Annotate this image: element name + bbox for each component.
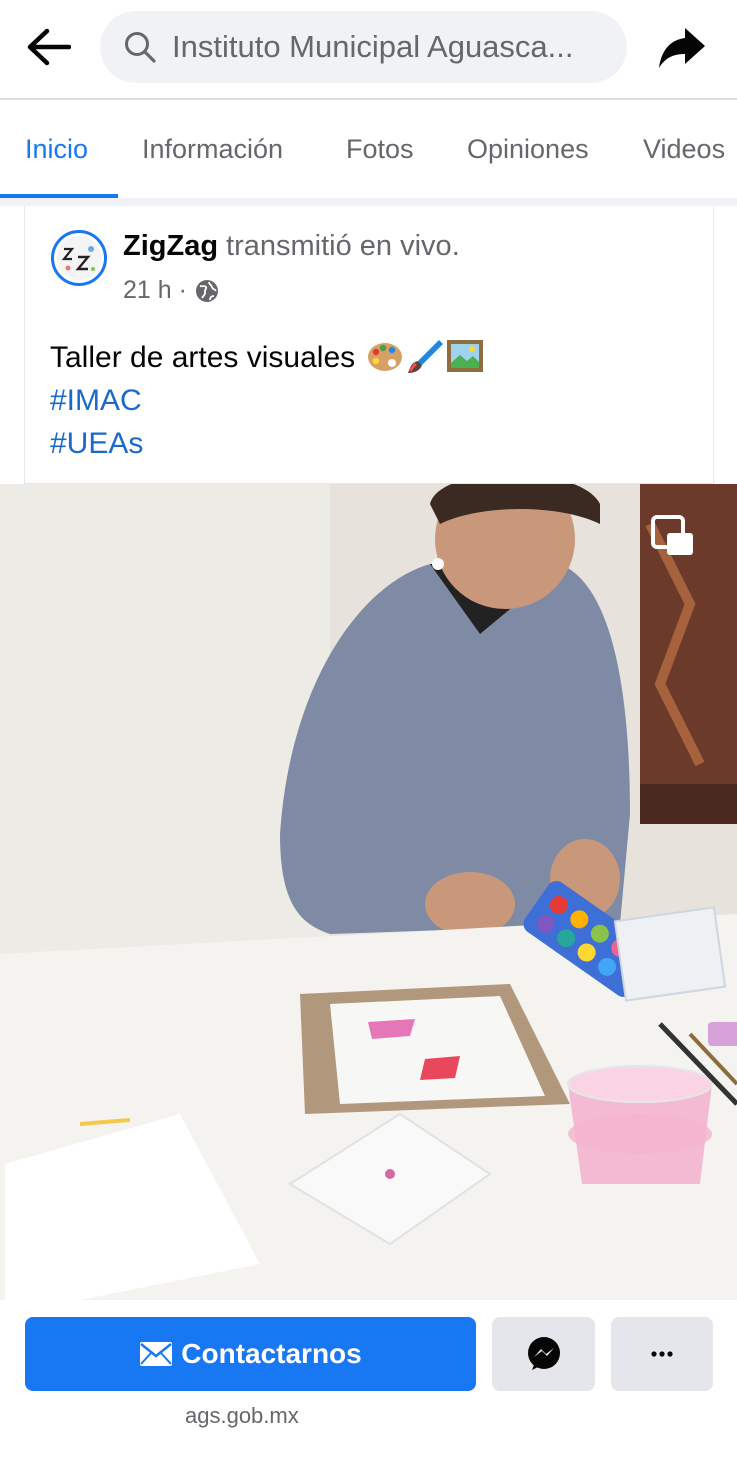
video-frame-image xyxy=(0,484,737,1300)
search-input[interactable]: Instituto Municipal Aguasca... xyxy=(100,11,627,83)
zigzag-logo-icon xyxy=(57,236,101,280)
framed-picture-emoji-icon xyxy=(446,340,483,372)
hashtag-imac[interactable]: #IMAC xyxy=(50,379,484,422)
contact-button[interactable]: Contactarnos xyxy=(25,1317,476,1391)
paintbrush-emoji-icon xyxy=(407,340,443,373)
search-icon xyxy=(122,29,158,65)
tab-informacion[interactable]: Información xyxy=(142,100,283,198)
share-button[interactable] xyxy=(652,22,712,74)
section-divider xyxy=(0,198,737,206)
post-body: Taller de artes visuales #IMAC #UEAs xyxy=(50,336,484,465)
tab-inicio[interactable]: Inicio xyxy=(25,100,88,198)
post-time[interactable]: 21 h · xyxy=(123,276,187,305)
share-arrow-icon xyxy=(659,28,705,68)
page-tabs: Inicio Información Fotos Opiniones Video… xyxy=(0,100,737,198)
avatar[interactable] xyxy=(51,230,107,286)
mail-icon xyxy=(139,1341,173,1367)
post-text: Taller de artes visuales xyxy=(50,341,356,374)
tab-opiniones[interactable]: Opiniones xyxy=(467,100,589,198)
post-card: ZigZag transmitió en vivo. 21 h · Taller … xyxy=(24,206,714,484)
messenger-icon xyxy=(527,1337,560,1370)
more-options-button[interactable] xyxy=(611,1317,713,1391)
hashtag-ueas[interactable]: #UEAs xyxy=(50,422,484,465)
messenger-button[interactable] xyxy=(492,1317,595,1391)
top-bar: Instituto Municipal Aguasca... xyxy=(0,0,737,98)
post-author[interactable]: ZigZag xyxy=(123,230,218,262)
palette-emoji-icon xyxy=(367,343,402,371)
globe-icon xyxy=(195,279,219,303)
live-video-player[interactable] xyxy=(0,484,737,1300)
back-button[interactable] xyxy=(20,22,76,72)
post-action: transmitió en vivo. xyxy=(226,230,460,262)
post-meta: 21 h · xyxy=(123,276,219,305)
tab-videos[interactable]: Videos xyxy=(643,100,725,198)
website-link[interactable]: ags.gob.mx xyxy=(185,1403,299,1429)
contact-button-label: Contactarnos xyxy=(181,1338,362,1369)
picture-in-picture-icon[interactable] xyxy=(650,514,696,560)
more-dots-icon xyxy=(651,1351,673,1357)
bottom-action-bar: Contactarnos ags.gob.mx xyxy=(0,1300,737,1476)
arrow-left-icon xyxy=(27,28,71,66)
tab-fotos[interactable]: Fotos xyxy=(346,100,414,198)
search-value: Instituto Municipal Aguasca... xyxy=(172,29,574,64)
post-header: ZigZag transmitió en vivo. xyxy=(123,230,460,263)
